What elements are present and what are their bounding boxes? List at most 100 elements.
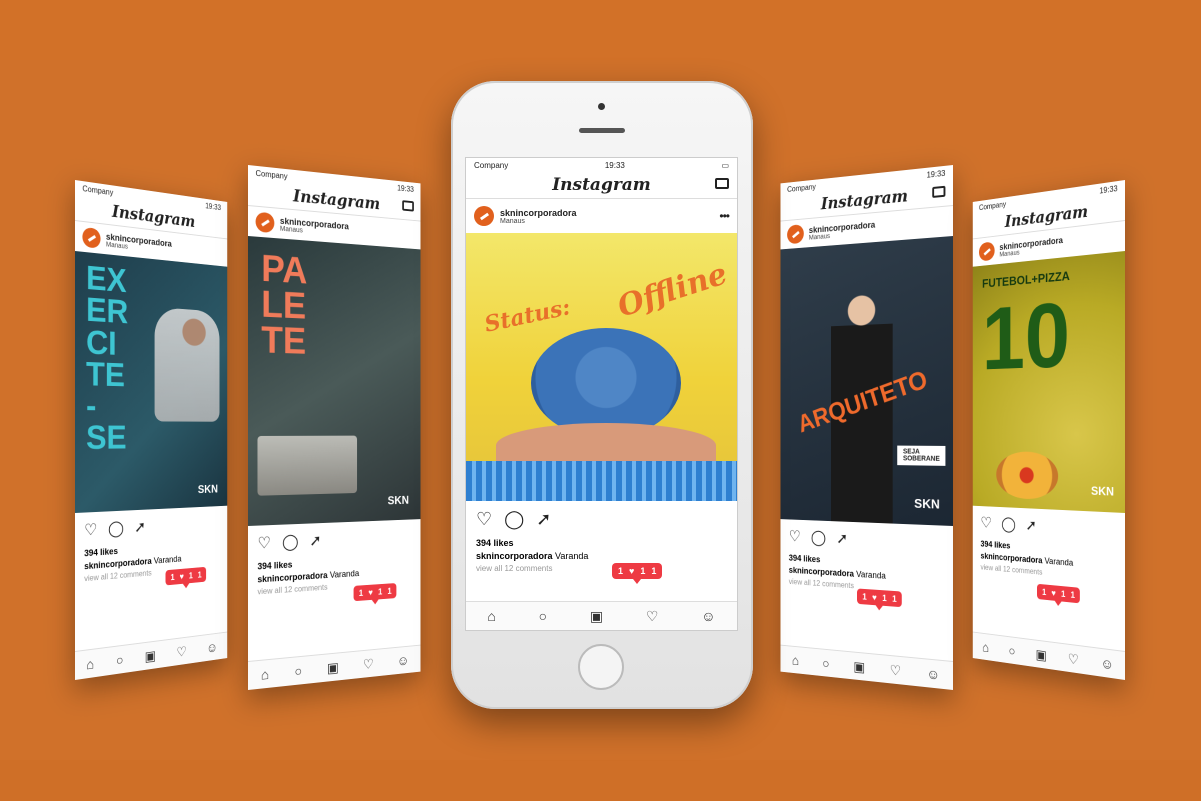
activity-icon[interactable]: ♡ bbox=[176, 643, 186, 660]
camera-icon[interactable]: ▣ bbox=[1036, 646, 1047, 664]
sun-hat bbox=[531, 328, 681, 438]
notif-likes: 1 bbox=[1061, 588, 1066, 599]
comment-icon[interactable]: ◯ bbox=[108, 518, 124, 538]
home-icon[interactable]: ⌂ bbox=[86, 655, 94, 672]
palete-text: PA LE TE bbox=[261, 248, 409, 363]
post-image: FUTEBOL+PIZZA 10 SKN bbox=[972, 251, 1125, 513]
home-icon[interactable]: ⌂ bbox=[261, 666, 269, 683]
avatar[interactable] bbox=[978, 241, 995, 262]
notif-heart-icon: ♥ bbox=[1051, 587, 1056, 599]
athlete-figure bbox=[154, 306, 220, 422]
comment-icon[interactable]: ◯ bbox=[504, 509, 524, 530]
avatar[interactable] bbox=[787, 224, 804, 245]
post-image: EX ER CI TE - SE SKN bbox=[75, 251, 228, 513]
avatar[interactable] bbox=[82, 226, 101, 249]
tab-bar: ⌂ ○ ▣ ♡ ☺ bbox=[75, 631, 228, 680]
caption-text: Varanda bbox=[1044, 555, 1074, 568]
activity-icon[interactable]: ♡ bbox=[1068, 650, 1079, 668]
notification-badge: 1 ♥ 1 1 bbox=[165, 566, 207, 586]
caption-text: Varanda bbox=[856, 569, 886, 581]
mockup-screen-palete: Company 19:33 Instagram sknincorporadora M… bbox=[248, 165, 421, 690]
home-icon[interactable]: ⌂ bbox=[792, 652, 799, 668]
carrier-label: Company bbox=[255, 168, 288, 181]
brand-logo: SKN bbox=[387, 493, 409, 508]
heart-icon[interactable]: ♡ bbox=[476, 509, 492, 530]
mockup-screen-arquiteto: Company 19:33 Instagram sknincorporadora M… bbox=[780, 165, 953, 690]
camera-icon[interactable]: ▣ bbox=[327, 659, 339, 677]
comment-icon[interactable]: ◯ bbox=[282, 532, 298, 552]
comment-icon[interactable]: ◯ bbox=[811, 528, 826, 548]
post-image: Status: Offline bbox=[466, 233, 737, 501]
heart-icon[interactable]: ♡ bbox=[84, 520, 97, 541]
notification-badge: 1 ♥ 1 1 bbox=[612, 563, 663, 584]
heart-icon[interactable]: ♡ bbox=[257, 533, 270, 554]
tab-bar: ⌂ ○ ▣ ♡ ☺ bbox=[466, 601, 737, 630]
number-ten: 10 bbox=[982, 282, 1071, 389]
bed-image bbox=[257, 435, 358, 496]
share-icon[interactable]: ➚ bbox=[836, 529, 848, 549]
search-icon[interactable]: ○ bbox=[539, 608, 547, 624]
brand-logo: SKN bbox=[197, 482, 218, 496]
caption-username[interactable]: sknincorporadora bbox=[789, 565, 854, 579]
location[interactable]: Manaus bbox=[500, 218, 577, 225]
caption-username[interactable]: sknincorporadora bbox=[257, 570, 327, 584]
profile-icon[interactable]: ☺ bbox=[927, 665, 940, 682]
post-image: ARQUITETO SEJA SOBERANE SKN bbox=[780, 236, 953, 526]
caption-username[interactable]: sknincorporadora bbox=[476, 551, 553, 561]
profile-icon[interactable]: ☺ bbox=[397, 652, 409, 668]
home-button[interactable] bbox=[578, 644, 624, 690]
username[interactable]: sknincorporadora bbox=[500, 208, 577, 218]
notification-badge: 1 ♥ 1 1 bbox=[353, 583, 397, 602]
share-icon[interactable]: ➚ bbox=[134, 517, 146, 537]
post-header: sknincorporadora Manaus ••• bbox=[466, 199, 737, 233]
notif-heart-icon: ♥ bbox=[872, 592, 877, 603]
avatar[interactable] bbox=[255, 211, 275, 234]
phone-screen: Company 19:33 ▭ Instagram sknincorporadora… bbox=[465, 157, 738, 631]
center-iphone: Company 19:33 ▭ Instagram sknincorporadora… bbox=[451, 81, 753, 709]
notif-comments: 1 bbox=[1042, 587, 1047, 598]
camera-icon[interactable]: ▣ bbox=[853, 658, 865, 676]
search-icon[interactable]: ○ bbox=[1009, 643, 1016, 659]
inbox-icon[interactable] bbox=[402, 200, 414, 212]
time-label: 19:33 bbox=[205, 201, 222, 212]
camera-icon[interactable]: ▣ bbox=[590, 608, 603, 625]
home-icon[interactable]: ⌂ bbox=[487, 608, 495, 624]
notification-badge: 1 ♥ 1 1 bbox=[1036, 583, 1081, 604]
heart-icon[interactable]: ♡ bbox=[789, 527, 801, 546]
inbox-icon[interactable] bbox=[932, 185, 946, 198]
activity-icon[interactable]: ♡ bbox=[890, 661, 901, 679]
ig-logo: Instagram bbox=[820, 186, 908, 215]
home-icon[interactable]: ⌂ bbox=[982, 639, 989, 655]
comment-icon[interactable]: ◯ bbox=[1001, 515, 1015, 534]
more-options-icon[interactable]: ••• bbox=[719, 209, 730, 223]
post-image: PA LE TE SKN bbox=[248, 236, 421, 526]
avatar[interactable] bbox=[474, 206, 494, 226]
activity-icon[interactable]: ♡ bbox=[646, 608, 659, 625]
search-icon[interactable]: ○ bbox=[822, 655, 829, 671]
view-comments-link[interactable]: view all 12 comments bbox=[466, 564, 737, 573]
camera-icon[interactable]: ▣ bbox=[145, 647, 156, 665]
notif-followers: 1 bbox=[892, 593, 897, 604]
profile-icon[interactable]: ☺ bbox=[1101, 655, 1114, 673]
heart-icon[interactable]: ♡ bbox=[981, 513, 992, 532]
earpiece-speaker bbox=[579, 128, 625, 133]
ig-logo: Instagram bbox=[292, 186, 381, 215]
profile-icon[interactable]: ☺ bbox=[206, 639, 217, 655]
share-icon[interactable]: ➚ bbox=[309, 531, 321, 551]
notif-comments: 1 bbox=[170, 572, 175, 583]
search-icon[interactable]: ○ bbox=[116, 652, 123, 669]
activity-icon[interactable]: ♡ bbox=[363, 655, 374, 672]
notif-followers: 1 bbox=[651, 566, 657, 576]
ig-header: Instagram bbox=[466, 172, 737, 199]
inbox-icon[interactable] bbox=[715, 178, 729, 189]
likes-count: 394 likes bbox=[476, 538, 514, 548]
notif-followers: 1 bbox=[387, 586, 392, 596]
pool-water bbox=[466, 461, 737, 501]
share-icon[interactable]: ➚ bbox=[1026, 516, 1037, 536]
search-icon[interactable]: ○ bbox=[295, 663, 303, 679]
share-icon[interactable]: ➚ bbox=[536, 509, 551, 530]
notif-followers: 1 bbox=[197, 569, 202, 580]
profile-icon[interactable]: ☺ bbox=[701, 608, 715, 624]
notif-comments: 1 bbox=[358, 588, 364, 598]
tab-bar: ⌂ ○ ▣ ♡ ☺ bbox=[972, 631, 1125, 680]
